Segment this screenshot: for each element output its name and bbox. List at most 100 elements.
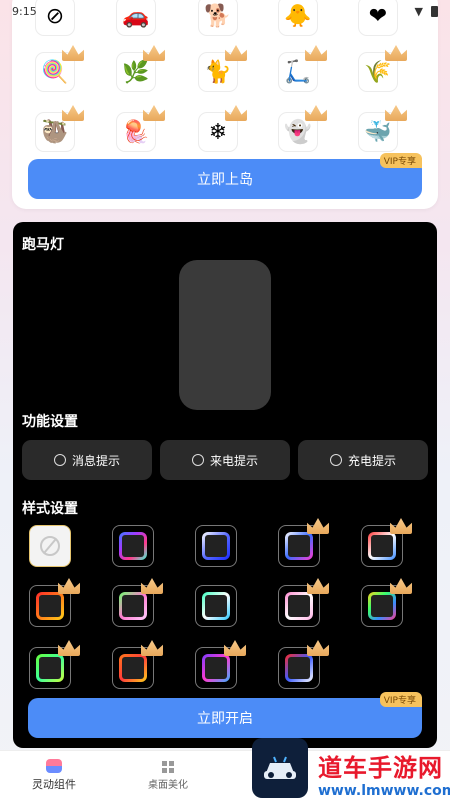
car-logo-icon bbox=[264, 756, 296, 779]
snowflake-icon[interactable]: ❄ bbox=[198, 105, 247, 152]
crown-icon bbox=[62, 45, 84, 61]
border-preview bbox=[285, 592, 313, 620]
radio-icon bbox=[329, 454, 342, 466]
sloth-icon[interactable]: 🦥 bbox=[35, 105, 84, 152]
jellyfish-icon[interactable]: 🪼 bbox=[116, 105, 165, 152]
scooter-rider-icon[interactable]: 🛴 bbox=[278, 45, 327, 92]
sticker-glyph: 👻 bbox=[284, 119, 312, 145]
sticker-glyph: 🍭 bbox=[41, 59, 69, 85]
black-cat-icon[interactable]: 🐈 bbox=[198, 45, 247, 92]
style-option-red-orange[interactable] bbox=[361, 518, 412, 567]
style-option-purple-gradient[interactable] bbox=[195, 640, 246, 689]
preview-fill bbox=[371, 595, 393, 617]
marquee-action-button[interactable]: 立即开启 VIP专享 bbox=[28, 692, 422, 738]
border-preview bbox=[368, 532, 396, 560]
sticker-glyph: 🛴 bbox=[284, 59, 312, 85]
lollipop-icon[interactable]: 🍭 bbox=[35, 45, 84, 92]
sticker-glyph: 🐈 bbox=[204, 59, 232, 85]
option-label: 来电提示 bbox=[209, 453, 258, 468]
style-option-orange-red[interactable] bbox=[112, 640, 163, 689]
status-bar: 9:15 ▼ bbox=[0, 0, 450, 22]
crown-icon bbox=[390, 518, 412, 534]
border-preview bbox=[202, 592, 230, 620]
nav-item-widgets[interactable]: 灵动组件 bbox=[32, 759, 76, 792]
message-alert-option[interactable]: 消息提示 bbox=[22, 440, 152, 480]
preview-fill bbox=[205, 595, 227, 617]
incoming-call-option[interactable]: 来电提示 bbox=[160, 440, 290, 480]
crown-icon bbox=[141, 578, 163, 594]
vip-badge: VIP专享 bbox=[379, 692, 422, 707]
style-option-blue-white[interactable] bbox=[195, 525, 237, 567]
option-label: 充电提示 bbox=[347, 453, 396, 468]
crown-icon bbox=[385, 45, 407, 61]
status-time: 9:15 bbox=[12, 4, 37, 18]
wifi-icon: ▼ bbox=[414, 4, 423, 18]
crown-icon bbox=[305, 45, 327, 61]
ghost-icon[interactable]: 👻 bbox=[278, 105, 327, 152]
crown-icon bbox=[143, 45, 165, 61]
crown-icon bbox=[141, 640, 163, 656]
charging-alert-option[interactable]: 充电提示 bbox=[298, 440, 428, 480]
style-option-neon-green[interactable] bbox=[29, 640, 80, 689]
border-preview bbox=[202, 654, 230, 682]
preview-fill bbox=[122, 595, 144, 617]
nav-label: 灵动组件 bbox=[32, 778, 76, 791]
crown-icon bbox=[225, 105, 247, 121]
watermark: 道车手游网 www.lmwww.com bbox=[318, 748, 450, 799]
style-settings-title: 样式设置 bbox=[22, 501, 78, 517]
crown-icon bbox=[307, 578, 329, 594]
crown-icon bbox=[225, 45, 247, 61]
function-settings-title: 功能设置 bbox=[22, 414, 78, 430]
crown-icon bbox=[62, 105, 84, 121]
border-preview bbox=[285, 532, 313, 560]
option-label: 消息提示 bbox=[71, 453, 120, 468]
marquee-card: 跑马灯 功能设置 消息提示 来电提示 充电提示 样式设置 立即开启 VIP专享 bbox=[13, 222, 437, 748]
style-option-multicolor[interactable] bbox=[361, 578, 412, 627]
app-logo bbox=[252, 738, 308, 798]
preview-fill bbox=[122, 657, 144, 679]
radio-icon bbox=[53, 454, 66, 466]
style-option-red-yellow[interactable] bbox=[29, 578, 80, 627]
crown-icon bbox=[58, 578, 80, 594]
status-icons: ▼ bbox=[415, 5, 438, 18]
preview-fill bbox=[288, 657, 310, 679]
border-preview bbox=[202, 532, 230, 560]
crown-icon bbox=[58, 640, 80, 656]
style-option-white-blue[interactable] bbox=[278, 518, 329, 567]
crown-icon bbox=[143, 105, 165, 121]
style-option-green-pink[interactable] bbox=[112, 578, 163, 627]
preview-fill bbox=[288, 535, 310, 557]
style-option-teal-white[interactable] bbox=[195, 585, 237, 627]
preview-fill bbox=[371, 535, 393, 557]
style-option-red-blue[interactable] bbox=[278, 640, 329, 689]
crown-icon bbox=[307, 640, 329, 656]
island-sticker-card: 立即上岛 VIP专享 ⊘ 🚗 🐕 🐥 ❤ 🍭 🌿 🐈 🛴 🌾 🦥 🪼 ❄ 👻 🐳 bbox=[12, 0, 438, 209]
crown-icon bbox=[307, 518, 329, 534]
radio-icon bbox=[191, 454, 204, 466]
grass-icon[interactable]: 🌿 bbox=[116, 45, 165, 92]
sticker-glyph: 🪼 bbox=[122, 119, 150, 145]
preview-fill bbox=[39, 595, 61, 617]
widgets-icon bbox=[46, 759, 62, 773]
style-option-rainbow-blue[interactable] bbox=[112, 525, 154, 567]
border-preview bbox=[119, 654, 147, 682]
style-option-none[interactable] bbox=[29, 525, 71, 567]
battery-icon bbox=[431, 5, 438, 17]
island-action-button[interactable]: 立即上岛 VIP专享 bbox=[28, 153, 422, 199]
preview-fill bbox=[288, 595, 310, 617]
nav-item-desktop[interactable]: 桌面美化 bbox=[148, 761, 188, 791]
whale-icon[interactable]: 🐳 bbox=[358, 105, 407, 152]
crown-icon bbox=[385, 105, 407, 121]
vip-badge: VIP专享 bbox=[379, 153, 422, 168]
sticker-glyph: ❄ bbox=[208, 119, 228, 145]
border-preview bbox=[119, 592, 147, 620]
style-option-pink-white[interactable] bbox=[278, 578, 329, 627]
border-preview bbox=[285, 654, 313, 682]
marquee-title: 跑马灯 bbox=[22, 237, 64, 253]
nav-label: 桌面美化 bbox=[148, 780, 188, 791]
watermark-title: 道车手游网 bbox=[318, 754, 443, 782]
border-preview bbox=[119, 532, 147, 560]
crown-icon bbox=[224, 640, 246, 656]
preview-fill bbox=[122, 535, 144, 557]
willow-icon[interactable]: 🌾 bbox=[358, 45, 407, 92]
